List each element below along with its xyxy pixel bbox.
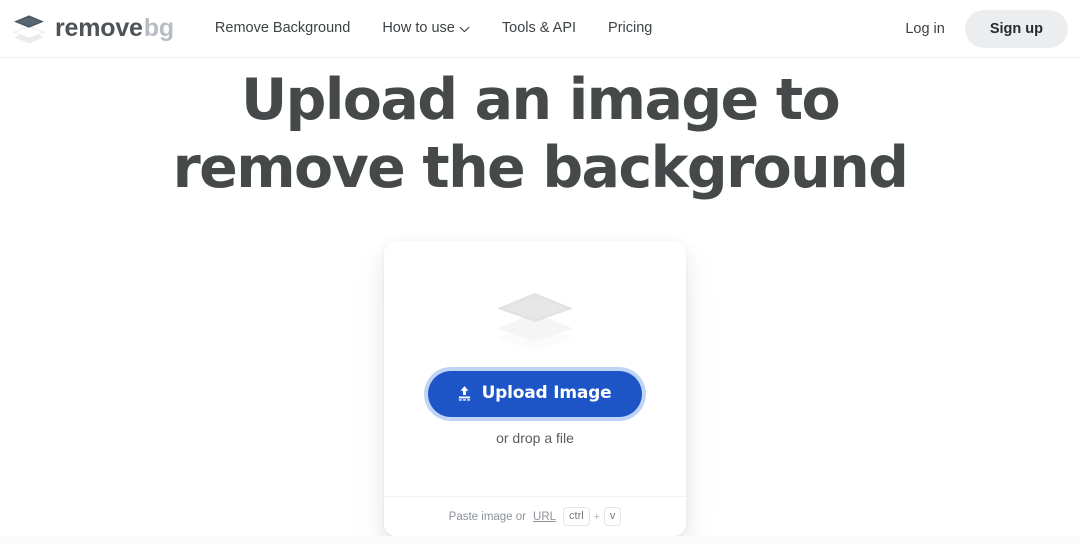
key-ctrl: ctrl [563, 506, 590, 527]
brand-word-secondary: bg [143, 14, 174, 42]
site-header: remove bg Remove Background How to use To… [0, 0, 1080, 58]
nav-item-pricing[interactable]: Pricing [592, 13, 668, 44]
chevron-down-icon [459, 26, 470, 33]
brand-logo[interactable]: remove bg [12, 14, 174, 44]
brand-word-primary: remove [55, 14, 143, 42]
nav-item-label: Remove Background [214, 20, 351, 37]
page-title: Upload an image to remove the background [172, 67, 909, 201]
key-v: v [603, 506, 622, 527]
keyboard-shortcut: ctrl + v [563, 506, 622, 527]
upload-image-button-label: Upload Image [481, 382, 612, 403]
nav-item-how-to-use[interactable]: How to use [366, 13, 486, 44]
nav-item-label: Tools & API [501, 20, 577, 37]
login-button[interactable]: Log in [889, 12, 961, 46]
brand-wordmark: remove bg [55, 16, 174, 41]
drop-a-file-text: or drop a file [496, 429, 574, 446]
nav-item-label: Pricing [608, 20, 653, 37]
upload-image-button[interactable]: Upload Image [427, 370, 643, 417]
signup-button[interactable]: Sign up [964, 9, 1068, 48]
nav-item-remove-background[interactable]: Remove Background [199, 13, 366, 44]
page-section-edge [0, 536, 1080, 544]
paste-url-link[interactable]: URL [533, 511, 556, 523]
hero-section: Upload an image to remove the background [0, 58, 1080, 203]
header-actions: Log in Sign up [889, 9, 1068, 48]
nav-item-tools-api[interactable]: Tools & API [486, 13, 592, 44]
nav-item-label: How to use [382, 20, 455, 37]
paste-hint-bar: Paste image or URL ctrl + v [384, 496, 686, 536]
upload-arrow-icon [458, 385, 470, 401]
upload-dropzone[interactable]: Upload Image or drop a file [384, 241, 686, 496]
layers-stack-icon [12, 14, 46, 43]
paste-hint-label: Paste image or [448, 510, 527, 523]
main-navigation: Remove Background How to use Tools & API… [199, 13, 668, 44]
upload-card[interactable]: Upload Image or drop a file Paste image … [384, 241, 686, 536]
key-plus-separator: + [593, 510, 600, 523]
layers-stack-icon [497, 292, 573, 351]
